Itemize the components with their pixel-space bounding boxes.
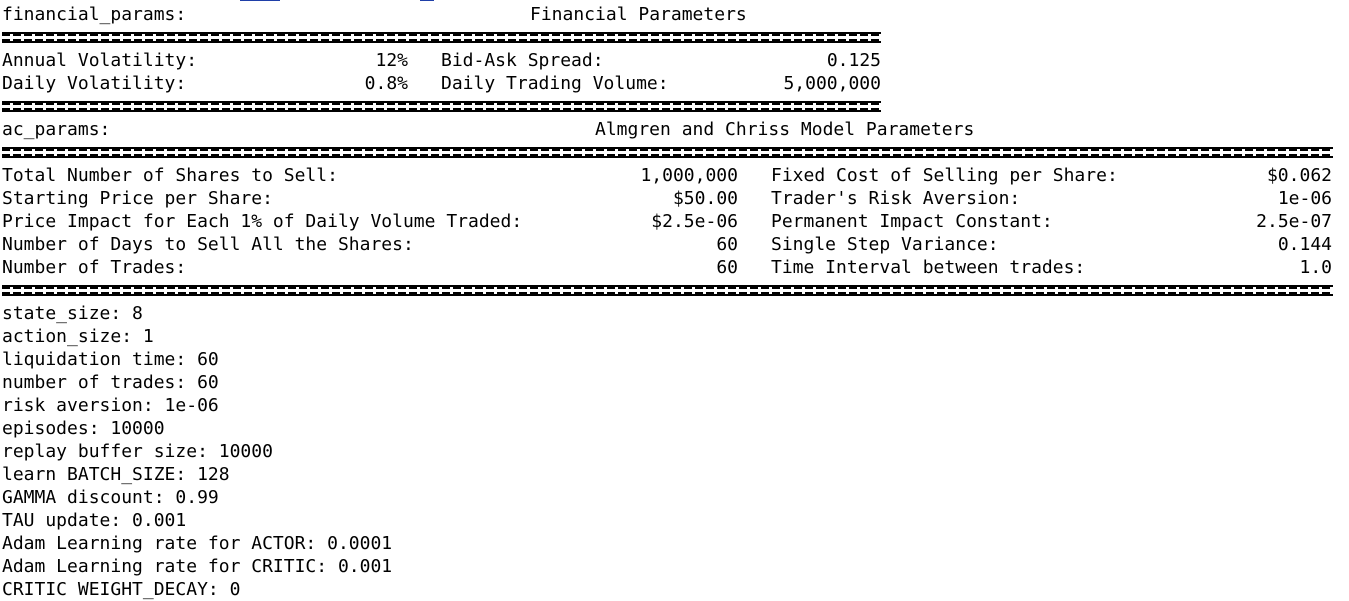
ac-row-label: Single Step Variance:: [771, 234, 999, 255]
output-line: GAMMA discount: 0.99: [2, 487, 219, 508]
ac-row-value: $2.5e-06: [651, 211, 738, 232]
ac-row-value: 0.144: [1277, 234, 1332, 255]
financial-row-label: Bid-Ask Spread:: [441, 50, 604, 71]
financial-row-label: Daily Volatility:: [2, 73, 187, 94]
ac-params-title: Almgren and Chriss Model Parameters: [595, 119, 975, 140]
ac-row-label: Price Impact for Each 1% of Daily Volume…: [2, 211, 523, 232]
ac-row-value: 60: [716, 234, 738, 255]
financial-row-label: Daily Trading Volume:: [441, 73, 669, 94]
output-line: replay buffer size: 10000: [2, 441, 273, 462]
separator: [2, 285, 1333, 296]
output-line: liquidation time: 60: [2, 349, 219, 370]
output-line: Adam Learning rate for ACTOR: 0.0001: [2, 533, 393, 554]
ac-row-label: Permanent Impact Constant:: [771, 211, 1053, 232]
ac-row-label: Trader's Risk Aversion:: [771, 188, 1021, 209]
financial-row-value: 0.125: [826, 50, 881, 71]
output-line: number of trades: 60: [2, 372, 219, 393]
clipped-link-fragment: [240, 0, 280, 1]
financial-params-title: Financial Parameters: [530, 4, 747, 25]
financial-row-value: 12%: [375, 50, 408, 71]
ac-row-label: Fixed Cost of Selling per Share:: [771, 165, 1118, 186]
ac-row-value: 1,000,000: [640, 165, 738, 186]
output-line: state_size: 8: [2, 303, 143, 324]
ac-row-label: Number of Days to Sell All the Shares:: [2, 234, 414, 255]
separator: [2, 147, 1333, 158]
ac-row-label: Number of Trades:: [2, 257, 187, 278]
ac-row-value: 2.5e-07: [1256, 211, 1332, 232]
output-line: episodes: 10000: [2, 418, 165, 439]
financial-row-value: 0.8%: [364, 73, 408, 94]
output-line: TAU update: 0.001: [2, 510, 187, 531]
output-line: Adam Learning rate for CRITIC: 0.001: [2, 556, 393, 577]
financial-params-varname: financial_params:: [2, 4, 187, 25]
financial-row-value: 5,000,000: [783, 73, 881, 94]
clipped-link-fragment: [420, 0, 434, 1]
output-line: action_size: 1: [2, 326, 154, 347]
ac-row-label: Total Number of Shares to Sell:: [2, 165, 338, 186]
output-line: risk aversion: 1e-06: [2, 395, 219, 416]
ac-row-value: $0.062: [1266, 165, 1332, 186]
financial-row-label: Annual Volatility:: [2, 50, 198, 71]
output-line: learn BATCH_SIZE: 128: [2, 464, 230, 485]
ac-row-value: 60: [716, 257, 738, 278]
ac-row-value: $50.00: [672, 188, 738, 209]
ac-row-label: Starting Price per Share:: [2, 188, 273, 209]
separator: [2, 101, 881, 112]
ac-row-value: 1e-06: [1277, 188, 1332, 209]
output-line: CRITIC WEIGHT_DECAY: 0: [2, 579, 241, 600]
ac-row-label: Time Interval between trades:: [771, 257, 1086, 278]
separator: [2, 32, 881, 43]
ac-row-value: 1.0: [1299, 257, 1332, 278]
ac-params-varname: ac_params:: [2, 119, 111, 140]
